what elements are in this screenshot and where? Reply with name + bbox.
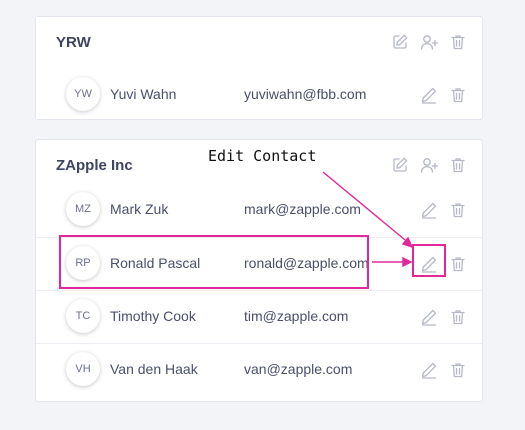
group-name: ZApple Inc <box>56 157 133 174</box>
contact-email: mark@zapple.com <box>244 201 361 217</box>
pencil-icon[interactable] <box>419 307 439 327</box>
trash-icon[interactable] <box>448 254 468 274</box>
contact-name: Timothy Cook <box>110 308 196 324</box>
contact-name: Yuvi Wahn <box>110 86 177 102</box>
pencil-icon[interactable] <box>419 200 439 220</box>
trash-icon[interactable] <box>448 155 468 175</box>
contact-row: YW Yuvi Wahn yuviwahn@fbb.com <box>36 69 482 122</box>
contact-email: van@zapple.com <box>244 361 353 377</box>
trash-icon[interactable] <box>448 360 468 380</box>
group-header: YRW <box>36 17 482 69</box>
add-user-icon[interactable] <box>419 155 439 175</box>
group-name: YRW <box>56 34 91 51</box>
highlight-row-box <box>59 235 369 289</box>
trash-icon[interactable] <box>448 307 468 327</box>
contact-name: Van den Haak <box>110 361 198 377</box>
contact-email: yuviwahn@fbb.com <box>244 86 367 102</box>
contact-email: tim@zapple.com <box>244 308 349 324</box>
group-card-yrw: YRW YW Yuvi Wahn yuviwahn@fbb.com <box>35 16 483 120</box>
edit-square-icon[interactable] <box>390 32 410 52</box>
trash-icon[interactable] <box>448 200 468 220</box>
trash-icon[interactable] <box>448 85 468 105</box>
avatar: YW <box>66 77 100 111</box>
contact-row: MZ Mark Zuk mark@zapple.com <box>36 184 482 237</box>
pencil-icon[interactable] <box>419 360 439 380</box>
trash-icon[interactable] <box>448 32 468 52</box>
annotation-label: Edit Contact <box>208 147 317 165</box>
add-user-icon[interactable] <box>419 32 439 52</box>
contact-row: VH Van den Haak van@zapple.com <box>36 343 482 396</box>
avatar: TC <box>66 299 100 333</box>
edit-square-icon[interactable] <box>390 155 410 175</box>
contact-row: TC Timothy Cook tim@zapple.com <box>36 290 482 343</box>
avatar: VH <box>66 352 100 386</box>
pencil-icon[interactable] <box>419 85 439 105</box>
highlight-icon-box <box>412 244 446 277</box>
contact-name: Mark Zuk <box>110 201 169 217</box>
avatar: MZ <box>66 192 100 226</box>
